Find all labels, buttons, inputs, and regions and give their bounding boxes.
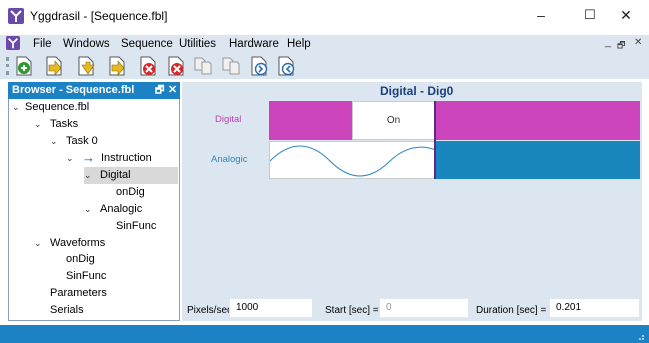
- document-forward-icon[interactable]: [250, 56, 268, 76]
- menu-windows[interactable]: Windows: [63, 37, 110, 51]
- gray-copy-icon[interactable]: [194, 56, 212, 76]
- pixels-per-sec-label: Pixels/sec: [187, 305, 233, 316]
- chevron-down-icon[interactable]: ⌄: [34, 116, 42, 133]
- analogic-channel-label: Analogic: [211, 154, 248, 165]
- chevron-down-icon[interactable]: ⌄: [84, 167, 92, 184]
- digital-block-2[interactable]: [435, 101, 640, 140]
- window-title: Yggdrasil - [Sequence.fbl]: [30, 9, 168, 23]
- tree-item-ondig[interactable]: onDig: [116, 184, 145, 201]
- pin-icon[interactable]: 🗗: [155, 83, 164, 100]
- red-delete-2-icon[interactable]: [167, 56, 185, 76]
- gray-paste-icon[interactable]: [222, 56, 240, 76]
- yellow-arrow-2-icon[interactable]: [77, 56, 95, 76]
- yellow-arrow-1-icon[interactable]: [45, 56, 63, 76]
- chevron-down-icon[interactable]: ⌄: [34, 235, 42, 252]
- tree-item-digital[interactable]: ⌄ Digital: [84, 167, 178, 184]
- mdi-close-button[interactable]: ✕: [634, 37, 642, 48]
- red-delete-1-icon[interactable]: [139, 56, 157, 76]
- tree-item-serials[interactable]: Serials: [50, 302, 84, 319]
- browser-title: Browser - Sequence.fbl: [12, 84, 135, 96]
- menu-file[interactable]: File: [33, 37, 52, 51]
- add-icon[interactable]: [15, 56, 33, 76]
- status-bar: [0, 325, 649, 343]
- tree-item-parameters[interactable]: Parameters: [50, 285, 107, 302]
- menu-help[interactable]: Help: [287, 37, 311, 51]
- analogic-block-2[interactable]: [435, 141, 640, 179]
- chevron-down-icon[interactable]: ⌄: [84, 201, 92, 218]
- resize-grip-icon[interactable]: [636, 331, 644, 340]
- chevron-down-icon[interactable]: ⌄: [66, 150, 74, 167]
- mdi-minimize-button[interactable]: _: [605, 36, 611, 48]
- tree-item-wf-sinfunc[interactable]: SinFunc: [66, 268, 106, 285]
- browser-close-icon[interactable]: ✕: [168, 83, 177, 96]
- duration-sec-label: Duration [sec] =: [476, 305, 547, 316]
- browser-header: Browser - Sequence.fbl 🗗 ✕: [8, 82, 180, 99]
- app-menu-icon[interactable]: [6, 36, 20, 50]
- pixels-per-sec-input[interactable]: 1000: [229, 298, 313, 318]
- sine-wave: [269, 145, 437, 177]
- tree-item-sinfunc[interactable]: SinFunc: [116, 218, 156, 235]
- mdi-restore-button[interactable]: 🗗: [617, 38, 625, 54]
- tree-item-wf-ondig[interactable]: onDig: [66, 251, 95, 268]
- digital-block-1[interactable]: [269, 101, 352, 140]
- digital-on-block[interactable]: On: [352, 101, 435, 140]
- document-back-icon[interactable]: [277, 56, 295, 76]
- chart-title: Digital - Dig0: [380, 84, 454, 98]
- arrow-right-icon: →: [82, 150, 95, 165]
- menu-utilities[interactable]: Utilities: [179, 37, 216, 51]
- time-cursor[interactable]: [434, 101, 436, 179]
- start-sec-label: Start [sec] =: [325, 305, 379, 316]
- chevron-down-icon[interactable]: ⌄: [50, 133, 58, 150]
- toolbar: [0, 53, 649, 79]
- close-button[interactable]: ✕: [603, 0, 649, 30]
- menu-sequence[interactable]: Sequence: [121, 37, 173, 51]
- tree-item-instruction[interactable]: ⌄ → Instruction: [66, 150, 176, 167]
- duration-sec-input[interactable]: 0.201: [549, 298, 640, 318]
- analogic-sine-block[interactable]: [269, 141, 437, 179]
- minimize-button[interactable]: –: [518, 0, 564, 30]
- start-sec-input[interactable]: 0: [379, 298, 469, 318]
- digital-channel-label: Digital: [215, 114, 242, 125]
- menu-hardware[interactable]: Hardware: [229, 37, 279, 51]
- toolbar-grip[interactable]: [6, 57, 9, 75]
- app-icon: [8, 8, 24, 24]
- yellow-arrow-3-icon[interactable]: [108, 56, 126, 76]
- chevron-down-icon[interactable]: ⌄: [12, 99, 20, 116]
